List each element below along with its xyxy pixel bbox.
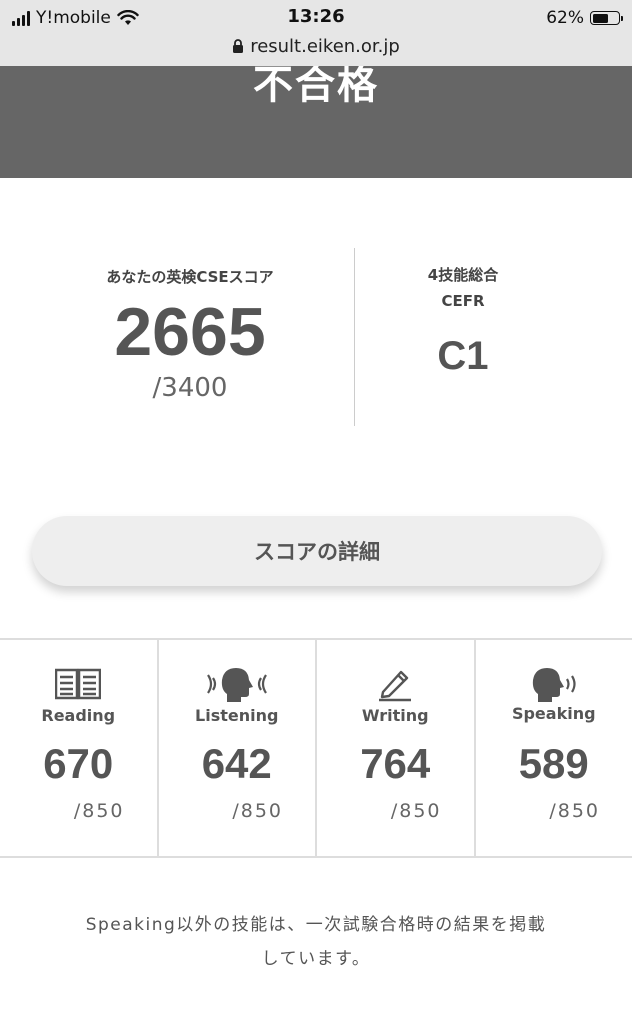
skill-listening: Listening 642 /850 (159, 640, 317, 856)
lock-icon (233, 38, 244, 53)
skill-name: Reading (41, 706, 116, 725)
cse-score-value: 2665 (114, 294, 266, 370)
skill-name: Writing (361, 706, 429, 725)
pencil-icon (317, 666, 474, 702)
cse-score-panel: あなたの英検CSEスコア 2665 /3400 (40, 266, 340, 403)
skill-score: 764 (360, 740, 431, 787)
status-bar: Y!mobile 13:26 62% result.eiken.or.jp (0, 0, 632, 66)
battery-percent: 62% (546, 8, 584, 28)
skill-score: 589 (518, 740, 589, 787)
skill-name: Speaking (511, 704, 596, 723)
status-right: 62% (546, 6, 623, 30)
skill-max: /850 (390, 800, 442, 822)
footnote: Speaking以外の技能は、一次試験合格時の結果を掲載 しています。 (40, 908, 592, 976)
skill-max: /850 (73, 800, 125, 822)
cefr-label-line1: 4技能総合 (427, 266, 499, 284)
score-divider (354, 248, 355, 426)
address-bar[interactable]: result.eiken.or.jp (0, 34, 632, 58)
skill-reading: Reading 670 /850 (0, 640, 159, 856)
speaking-icon (476, 666, 632, 702)
skill-max: /850 (232, 800, 283, 822)
score-summary: あなたの英検CSEスコア 2665 /3400 4技能総合 CEFR C1 (0, 248, 632, 428)
skill-scores: Reading 670 /850 Listening 642 /850 Writ… (0, 638, 632, 858)
skill-speaking: Speaking 589 /850 (476, 640, 632, 856)
skill-score: 670 (43, 740, 114, 787)
cefr-panel: 4技能総合 CEFR C1 (356, 262, 570, 379)
skill-score: 642 (201, 740, 272, 787)
skill-max: /850 (549, 800, 600, 822)
cse-score-max: /3400 (152, 373, 228, 403)
battery-fill (592, 13, 608, 23)
status-time: 13:26 (287, 6, 345, 27)
book-icon (0, 666, 157, 702)
cse-score-label: あなたの英検CSEスコア (106, 268, 274, 286)
score-detail-button[interactable]: スコアの詳細 (32, 516, 602, 586)
url-text: result.eiken.or.jp (250, 35, 400, 57)
skill-name: Listening (195, 706, 279, 725)
cefr-label-line2: CEFR (441, 292, 485, 310)
cefr-value: C1 (437, 334, 489, 378)
battery-icon (590, 11, 623, 25)
result-title: 不合格 (253, 66, 379, 108)
footnote-line2: しています。 (261, 949, 371, 969)
footnote-line1: Speaking以外の技能は、一次試験合格時の結果を掲載 (85, 915, 547, 935)
skill-writing: Writing 764 /850 (317, 640, 476, 856)
listening-icon (159, 666, 316, 702)
result-banner: 不合格 (0, 66, 632, 178)
